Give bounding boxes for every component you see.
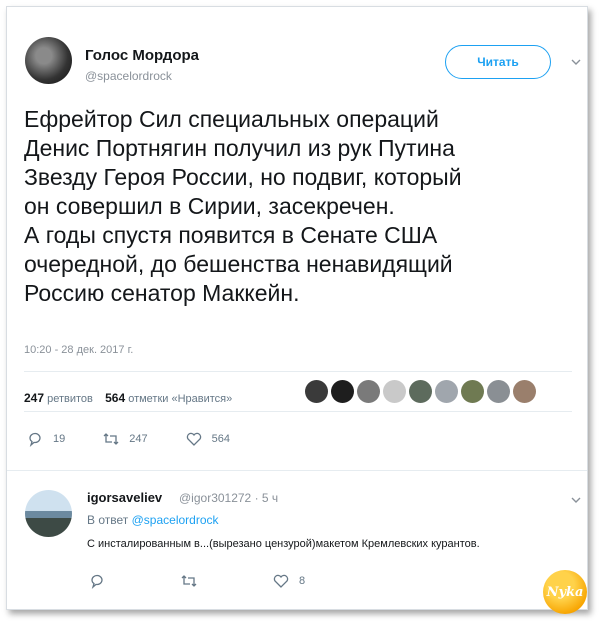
likers-avatars [305, 380, 536, 404]
tweet-text-line: очередной, до бешенства ненавидящий [24, 251, 453, 277]
author-handle[interactable]: @spacelordrock [85, 69, 172, 83]
follow-button[interactable]: Читать [445, 45, 551, 79]
reply-count: 19 [53, 433, 66, 445]
retweet-button[interactable] [181, 573, 207, 589]
retweet-icon [181, 575, 197, 587]
like-button[interactable]: 8 [273, 573, 305, 589]
heart-icon [186, 432, 201, 446]
reply-handle[interactable]: @igor301272 [179, 491, 251, 505]
liker-avatar[interactable] [331, 380, 354, 403]
reply-text: С инсталированным в...(вырезано цензурой… [87, 538, 480, 550]
chevron-down-icon[interactable] [571, 57, 581, 67]
tweet-text: Ефрейтор Сил специальных операций Денис … [24, 105, 569, 308]
reply-button[interactable] [89, 573, 115, 589]
divider [24, 371, 572, 372]
author-avatar[interactable] [25, 37, 72, 84]
like-count: 564 [211, 433, 230, 445]
in-reply-prefix: В ответ [87, 513, 129, 527]
liker-avatar[interactable] [513, 380, 536, 403]
reply-author-name[interactable]: igorsaveliev [87, 490, 162, 505]
reply-author-handle: @igor301272 · 5 ч [179, 491, 278, 505]
retweets-count[interactable]: 247 [24, 391, 44, 405]
tweet-actions: 19 247 564 [27, 431, 268, 447]
retweet-count: 247 [129, 433, 148, 445]
in-reply-to: В ответ @spacelordrock [87, 513, 219, 527]
tweet-text-line: Россию сенатор Маккейн. [24, 280, 300, 306]
retweet-button[interactable]: 247 [103, 431, 148, 447]
engagement-stats: 247 ретвитов 564 отметки «Нравится» [24, 391, 232, 405]
chevron-down-icon[interactable] [571, 495, 581, 505]
retweet-icon [103, 433, 119, 445]
reply-author-avatar[interactable] [25, 490, 72, 537]
liker-avatar[interactable] [487, 380, 510, 403]
in-reply-handle[interactable]: @spacelordrock [132, 513, 219, 527]
tweet-text-line: Ефрейтор Сил специальных операций [24, 106, 439, 132]
tweet-text-line: Звезду Героя России, но подвиг, который [24, 164, 462, 190]
likes-count[interactable]: 564 [105, 391, 125, 405]
tweet-text-line: А годы спустя появится в Сенате США [24, 222, 438, 248]
reply-actions: 8 [89, 573, 343, 589]
tweet-text-line: он совершил в Сирии, засекречен. [24, 193, 395, 219]
tweet-card: Голос Мордора @spacelordrock Читать Ефре… [6, 6, 588, 614]
reply-icon [29, 432, 41, 447]
liker-avatar[interactable] [305, 380, 328, 403]
like-button[interactable]: 564 [186, 431, 230, 447]
liker-avatar[interactable] [435, 380, 458, 403]
reply-icon [91, 574, 103, 589]
heart-icon [273, 574, 289, 588]
like-count: 8 [299, 575, 306, 587]
liker-avatar[interactable] [383, 380, 406, 403]
tweet-text-line: Денис Портнягин получил из рук Путина [24, 135, 455, 161]
author-name[interactable]: Голос Мордора [85, 47, 199, 64]
reply-button[interactable]: 19 [27, 431, 65, 447]
liker-avatar[interactable] [357, 380, 380, 403]
retweets-label[interactable]: ретвитов [47, 393, 93, 405]
liker-avatar[interactable] [461, 380, 484, 403]
tweet-timestamp[interactable]: 10:20 - 28 дек. 2017 г. [24, 344, 133, 356]
liker-avatar[interactable] [409, 380, 432, 403]
reply-separator [7, 470, 587, 471]
divider [24, 411, 572, 412]
reply-time[interactable]: · 5 ч [255, 491, 279, 505]
watermark-logo: Nyka [543, 570, 587, 614]
likes-label[interactable]: отметки «Нравится» [128, 393, 232, 405]
